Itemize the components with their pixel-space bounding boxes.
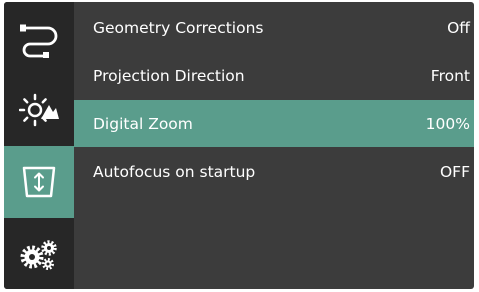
menu-item-value: OFF [439, 162, 470, 181]
menu-item-label: Digital Zoom [93, 114, 193, 133]
sidebar-item-connections[interactable] [4, 2, 74, 74]
menu-item-label: Autofocus on startup [93, 162, 256, 181]
sidebar-item-picture[interactable] [4, 74, 74, 146]
menu-item-value: Front [430, 66, 470, 85]
brightness-picture-icon [19, 93, 59, 127]
sidebar-item-keystone[interactable] [4, 146, 74, 218]
cable-connector-icon [20, 24, 58, 58]
keystone-zoom-icon [22, 166, 56, 198]
menu-item-autofocus-on-startup[interactable]: Autofocus on startup OFF [74, 148, 474, 195]
menu-item-label: Geometry Corrections [93, 18, 264, 37]
sidebar-item-settings[interactable] [4, 217, 74, 289]
menu-item-digital-zoom[interactable]: Digital Zoom 100% [74, 100, 474, 147]
menu-item-projection-direction[interactable]: Projection Direction Front [74, 52, 474, 99]
menu-item-label: Projection Direction [93, 66, 245, 85]
settings-menu: Geometry Corrections Off Projection Dire… [74, 2, 474, 289]
menu-item-geometry-corrections[interactable]: Geometry Corrections Off [74, 4, 474, 51]
menu-item-value: Off [447, 18, 470, 37]
menu-item-value: 100% [425, 114, 470, 133]
category-sidebar [4, 2, 74, 289]
settings-gears-icon [20, 240, 57, 270]
projector-menu-screen: Geometry Corrections Off Projection Dire… [4, 2, 474, 289]
